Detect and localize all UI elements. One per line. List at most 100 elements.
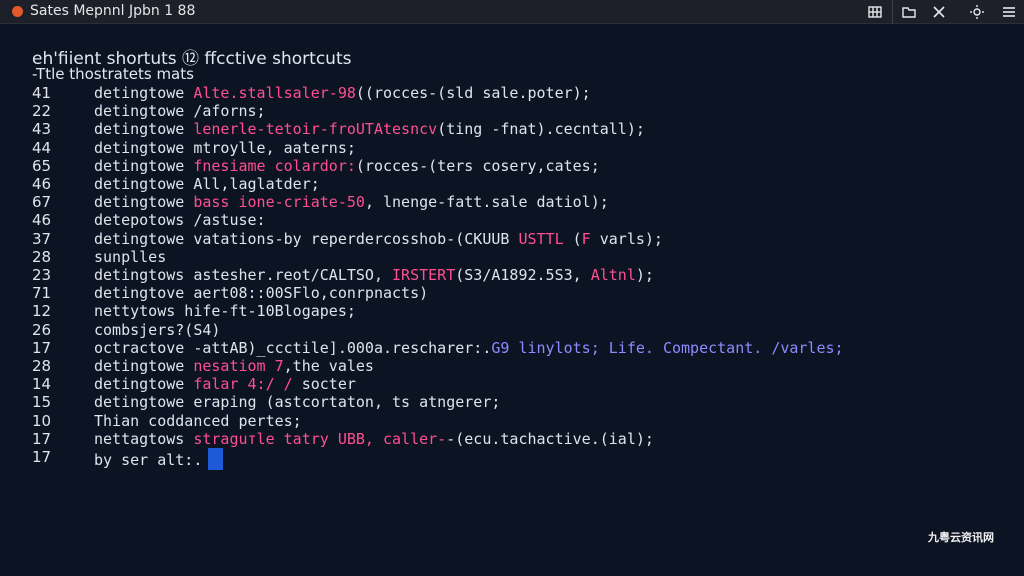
line-code: detingtowe falar 4:/ / socter [94, 375, 356, 393]
code-token: nettagtows [94, 429, 194, 448]
code-token: detingtowe [94, 120, 194, 139]
line-code: detingtowe All,laglatder; [94, 175, 320, 193]
code-token: ( [563, 229, 582, 248]
code-line: 26 combsjers?(S4) [0, 321, 1024, 339]
line-code: detingtowe vatations-by reperdercosshob-… [94, 230, 663, 248]
app-icon [12, 6, 23, 17]
code-line: 17 by ser alt:. [0, 448, 1024, 470]
line-code: nettytows hife-ft-10Blogapes; [94, 302, 356, 320]
code-token: (ting -fnat).cecntall); [437, 120, 645, 139]
terminal-content[interactable]: eh'fiient shortuts ⑫ ffcctive shortcuts … [0, 40, 1024, 540]
code-token: lenerle-tetoir-froUTAtesncv [193, 120, 438, 139]
code-token: Altnl [590, 266, 636, 284]
code-line: 15 detingtowe eraping (astcortaton, ts at… [0, 393, 1024, 411]
code-token: (rocces-(ters cosery,cates; [355, 156, 600, 175]
text-cursor [208, 448, 224, 470]
code-line: 41 detingtowe Alte.stallsaler-98((rocces-… [0, 84, 1024, 102]
code-token: combsjers?(S4) [94, 320, 221, 339]
line-number: 65 [32, 156, 52, 175]
code-line: 46 detepotows /astuse: [0, 211, 1024, 229]
code-line: 28 sunplles [0, 248, 1024, 266]
line-number: 67 [32, 193, 52, 212]
line-code: combsjers?(S4) [94, 321, 220, 339]
editor-subheading: -Ttle thostratets mats [32, 65, 194, 83]
line-code: detingtowe bass ione-criate-50, lnenge-f… [94, 193, 609, 211]
line-number: 41 [32, 84, 52, 102]
line-code: detingtowe /aforns; [94, 102, 266, 120]
code-line: 44 detingtowe mtroylle, aaterns; [0, 139, 1024, 157]
code-token: nettytows hife-ft-10Blogapes; [94, 302, 356, 321]
code-token: detingtowe mtroylle, aaterns; [94, 138, 356, 157]
code-token: ); [635, 266, 654, 284]
code-token: G9 linylots; Life. Compectant. /varles; [491, 338, 844, 357]
code-line: 14 detingtowe falar 4:/ / socter [0, 375, 1024, 393]
code-token: detingtows astesher.reot/CALTSO, [94, 266, 393, 284]
folder-icon[interactable] [894, 0, 924, 24]
code-token: socter [292, 375, 356, 394]
code-token: nesatiom 7 [193, 357, 284, 375]
line-number: 43 [32, 120, 52, 139]
code-line: 12 nettytows hife-ft-10Blogapes; [0, 302, 1024, 320]
code-token: detingtowe [94, 357, 194, 375]
line-code: by ser alt:. [94, 448, 224, 470]
line-code: octractove -attAB)_ccctile].000a.reschar… [94, 339, 844, 357]
line-number: 17 [32, 429, 52, 448]
line-code: detingtowe mtroylle, aaterns; [94, 139, 356, 157]
code-token: detingtowe [94, 156, 194, 175]
line-number: 14 [32, 375, 52, 394]
line-number: 71 [32, 284, 52, 303]
code-token: F [581, 229, 591, 248]
code-line: 17 nettagtows straguтle tatry UBB, caller… [0, 430, 1024, 448]
line-number: 46 [32, 175, 52, 193]
line-code: detingtove aert08::00SFlo,conrpnacts) [94, 284, 428, 302]
line-number: 26 [32, 320, 52, 339]
grid-table-icon[interactable] [860, 0, 890, 24]
line-number: 10 [32, 411, 52, 430]
code-line: 17 octractove -attAB)_ccctile].000a.resch… [0, 339, 1024, 357]
code-token: octractove -attAB)_ccctile].000a.reschar… [94, 338, 492, 357]
line-number: 12 [32, 302, 52, 321]
line-number: 17 [32, 338, 52, 357]
code-line: 23 detingtows astesher.reot/CALTSO, IRSTE… [0, 266, 1024, 284]
line-code: sunplles [94, 248, 166, 266]
line-number: 17 [32, 448, 52, 466]
code-token: by ser alt:. [94, 451, 203, 469]
code-token: Thian coddanced pertes; [94, 411, 302, 430]
code-token: detingtowe /aforns; [94, 102, 266, 121]
line-code: Thian coddanced pertes; [94, 412, 302, 430]
code-token: falar 4:/ / [193, 375, 293, 394]
code-line: 22 detingtowe /aforns; [0, 102, 1024, 120]
code-line: 65 detingtowe fnesiame colardor:(rocces-(… [0, 157, 1024, 175]
code-line: 71 detingtove aert08::00SFlo,conrpnacts) [0, 284, 1024, 302]
window-title: Sates Mepnnl Jpbn 1 88 [30, 3, 196, 19]
line-code: nettagtows straguтle tatry UBB, caller--… [94, 430, 654, 448]
code-token: detingtowe [94, 84, 194, 102]
tools-icon[interactable] [924, 0, 954, 24]
line-code: detepotows /astuse: [94, 211, 266, 229]
line-code: detingtowe nesatiom 7,the vales [94, 357, 374, 375]
code-token: (S3/A1892.5S3, [455, 266, 591, 284]
code-line: 67 detingtowe bass ione-criate-50, lnenge… [0, 193, 1024, 211]
line-number: 23 [32, 266, 52, 284]
hamburger-menu-icon[interactable] [994, 0, 1024, 24]
code-line: 46 detingtowe All,laglatder; [0, 175, 1024, 193]
code-line: 37 detingtowe vatations-by reperdercossho… [0, 230, 1024, 248]
code-token: detingtowe vatations-by reperdercosshob-… [94, 229, 519, 248]
line-number: 22 [32, 102, 52, 121]
title-bar: Sates Mepnnl Jpbn 1 88 [0, 0, 1024, 24]
sun-settings-icon[interactable] [962, 0, 992, 24]
line-number: 15 [32, 393, 52, 412]
code-token: , lnenge-fatt.sale datiol); [364, 193, 609, 212]
line-number: 28 [32, 357, 52, 375]
code-token: detingtove aert08::00SFlo,conrpnacts) [94, 284, 429, 303]
code-token: straguтle tatry UBB, caller- [193, 429, 447, 448]
code-line: 28 detingtowe nesatiom 7,the vales [0, 357, 1024, 375]
code-token: sunplles [94, 247, 167, 266]
line-number: 37 [32, 229, 52, 248]
code-token: bass ione-criate-50 [193, 193, 365, 212]
code-token: detingtowe [94, 193, 194, 212]
code-token: Alte.stallsaler-98 [193, 84, 356, 102]
line-code: detingtowe fnesiame colardor:(rocces-(te… [94, 157, 600, 175]
code-token: detingtowe All,laglatder; [94, 175, 320, 193]
code-line: 10 Thian coddanced pertes; [0, 412, 1024, 430]
